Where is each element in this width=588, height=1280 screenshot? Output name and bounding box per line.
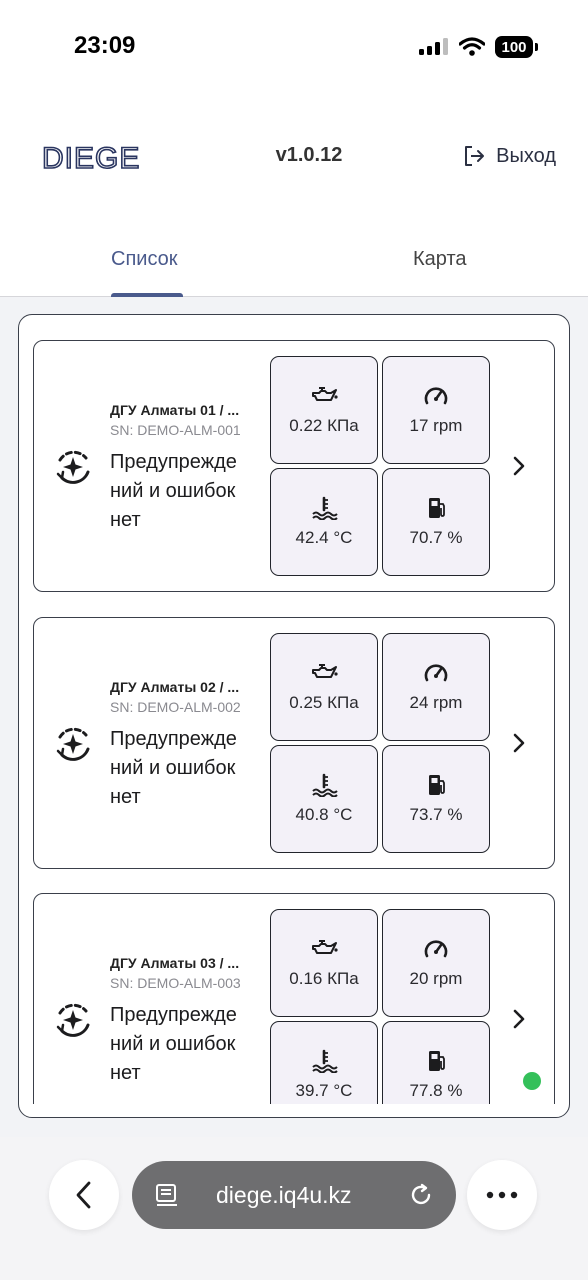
tab-list[interactable]: Список [111, 248, 178, 271]
oil-pressure-icon [312, 664, 338, 678]
device-title: ДГУ Алматы 02 / ... [110, 679, 240, 695]
engine-status-icon [56, 1003, 90, 1037]
device-title: ДГУ Алматы 01 / ... [110, 402, 240, 418]
fuel-value: 73.7 % [409, 805, 463, 824]
battery-indicator: 100 [495, 36, 533, 58]
device-serial: SN: DEMO-ALM-002 [110, 699, 241, 715]
battery-tip [535, 43, 538, 51]
status-icons: 100 [419, 36, 538, 58]
coolant-temp-tile: 40.8 °C [270, 745, 378, 853]
url-bar[interactable]: diege.iq4u.kz [132, 1161, 456, 1229]
coolant-temperature-icon [312, 1049, 338, 1073]
oil-pressure-icon [312, 387, 338, 401]
rpm-value: 20 rpm [409, 969, 463, 988]
status-bar: 23:09 100 [0, 0, 588, 96]
rpm-value: 17 rpm [409, 416, 463, 435]
device-card[interactable]: ДГУ Алматы 01 / ... SN: DEMO-ALM-001 Пре… [33, 340, 555, 592]
oil-pressure-tile: 0.25 КПа [270, 633, 378, 741]
oil-pressure-tile: 0.16 КПа [270, 909, 378, 1017]
online-status-dot [523, 1072, 541, 1090]
more-icon [486, 1191, 518, 1199]
browser-toolbar: diege.iq4u.kz [0, 1137, 588, 1280]
speedometer-icon [424, 940, 448, 958]
device-card[interactable]: ДГУ Алматы 03 / ... SN: DEMO-ALM-003 Пре… [33, 893, 555, 1104]
tab-bar: Список Карта [0, 228, 588, 297]
reader-icon[interactable] [154, 1183, 180, 1207]
fuel-icon [429, 498, 445, 518]
fuel-icon [429, 1051, 445, 1071]
signal-icon [419, 38, 448, 55]
rpm-value: 24 rpm [409, 693, 463, 712]
reload-icon[interactable] [408, 1182, 434, 1208]
device-list[interactable]: ДГУ Алматы 01 / ... SN: DEMO-ALM-001 Пре… [18, 314, 570, 1118]
logout-label: Выход [496, 144, 556, 167]
back-arrow-icon [76, 1181, 91, 1209]
fuel-tile: 73.7 % [382, 745, 490, 853]
chevron-right-icon[interactable] [508, 455, 530, 477]
device-title: ДГУ Алматы 03 / ... [110, 955, 240, 971]
coolant-temp-value: 39.7 °C [295, 1081, 353, 1100]
speedometer-icon [424, 387, 448, 405]
coolant-temperature-icon [312, 773, 338, 797]
metrics-grid: 0.16 КПа 20 rpm 39.7 °C 77.8 % [270, 909, 492, 1104]
status-time: 23:09 [74, 32, 136, 59]
metrics-grid: 0.22 КПа 17 rpm 42.4 °C 70.7 % [270, 356, 492, 578]
coolant-temp-tile: 39.7 °C [270, 1021, 378, 1104]
app-screen: 23:09 100 DIEGE v1.0.12 Выход Список Кар… [0, 0, 588, 1280]
fuel-value: 70.7 % [409, 528, 463, 547]
oil-pressure-icon [312, 940, 338, 954]
oil-pressure-tile: 0.22 КПа [270, 356, 378, 464]
chevron-right-icon[interactable] [508, 1008, 530, 1030]
logout-icon [465, 146, 485, 166]
back-button[interactable] [49, 1160, 119, 1230]
rpm-tile: 24 rpm [382, 633, 490, 741]
speedometer-icon [424, 664, 448, 682]
oil-pressure-value: 0.16 КПа [289, 969, 359, 988]
fuel-icon [429, 775, 445, 795]
app-header: DIEGE v1.0.12 Выход [0, 130, 588, 186]
oil-pressure-value: 0.22 КПа [289, 416, 359, 435]
logout-button[interactable]: Выход [462, 144, 556, 168]
engine-status-icon [56, 450, 90, 484]
coolant-temp-tile: 42.4 °C [270, 468, 378, 576]
device-status: Предупрежде ний и ошибок нет [110, 451, 237, 531]
url-text: diege.iq4u.kz [216, 1182, 352, 1208]
coolant-temp-value: 40.8 °C [295, 805, 353, 824]
oil-pressure-value: 0.25 КПа [289, 693, 359, 712]
device-serial: SN: DEMO-ALM-003 [110, 975, 241, 991]
device-list-scroll[interactable]: ДГУ Алматы 01 / ... SN: DEMO-ALM-001 Пре… [19, 315, 569, 1104]
fuel-value: 77.8 % [409, 1081, 463, 1100]
tab-map[interactable]: Карта [413, 248, 467, 271]
metrics-grid: 0.25 КПа 24 rpm 40.8 °C 73.7 % [270, 633, 492, 855]
device-status: Предупрежде ний и ошибок нет [110, 1004, 237, 1084]
coolant-temp-value: 42.4 °C [295, 528, 353, 547]
fuel-tile: 77.8 % [382, 1021, 490, 1104]
fuel-tile: 70.7 % [382, 468, 490, 576]
wifi-icon [459, 37, 485, 56]
rpm-tile: 20 rpm [382, 909, 490, 1017]
device-card[interactable]: ДГУ Алматы 02 / ... SN: DEMO-ALM-002 Пре… [33, 617, 555, 869]
device-status: Предупрежде ний и ошибок нет [110, 728, 237, 808]
chevron-right-icon[interactable] [508, 732, 530, 754]
coolant-temperature-icon [312, 496, 338, 520]
rpm-tile: 17 rpm [382, 356, 490, 464]
device-serial: SN: DEMO-ALM-001 [110, 422, 241, 438]
engine-status-icon [56, 727, 90, 761]
more-button[interactable] [467, 1160, 537, 1230]
